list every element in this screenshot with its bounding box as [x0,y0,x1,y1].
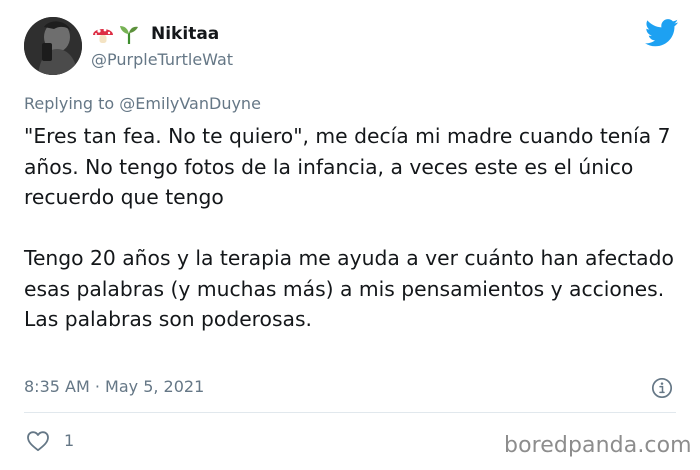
heart-icon[interactable] [26,430,50,452]
display-name: Nikitaa [151,24,220,44]
like-count: 1 [64,431,75,450]
mushroom-emoji [91,22,115,46]
tweet-paragraph: Tengo 20 años y la terapia me ayuda a ve… [24,246,674,331]
tweet-paragraph: "Eres tan fea. No te quiero", me decía m… [24,124,671,209]
user-handle[interactable]: @PurpleTurtleWat [91,50,233,69]
avatar-photo [24,17,82,75]
tweet-timestamp[interactable]: 8:35 AM · May 5, 2021 [24,377,204,396]
replying-to-label: Replying to [24,94,115,113]
user-name-row[interactable]: Nikitaa [91,21,219,47]
avatar[interactable] [24,17,82,75]
seedling-emoji [117,22,141,46]
info-icon[interactable] [651,377,673,399]
boredpanda-watermark: boredpanda.com [504,433,692,458]
twitter-bird-icon[interactable] [644,19,679,47]
replying-to-handle-link[interactable]: @EmilyVanDuyne [119,94,261,113]
tweet-card: Nikitaa @PurpleTurtleWat Replying to @Em… [0,0,700,470]
tweet-text: "Eres tan fea. No te quiero", me decía m… [24,121,674,335]
divider [24,412,676,413]
replying-to: Replying to @EmilyVanDuyne [24,94,261,113]
